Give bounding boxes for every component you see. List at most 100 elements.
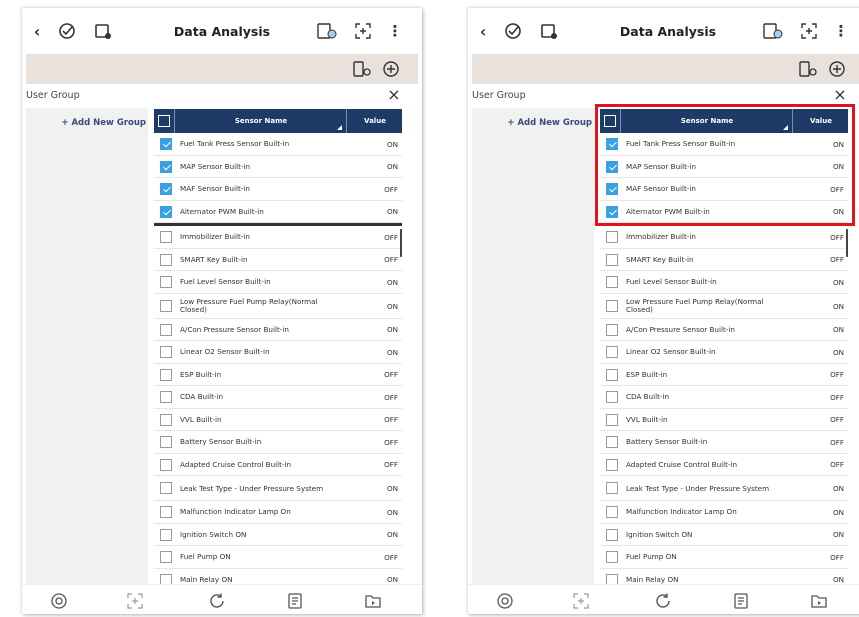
table-row[interactable]: Battery Sensor Built-in OFF xyxy=(600,431,848,454)
capture-icon[interactable] xyxy=(572,592,590,610)
document-icon[interactable] xyxy=(286,592,304,610)
row-checkbox[interactable] xyxy=(606,231,618,243)
table-row[interactable]: Fuel Pump ON OFF xyxy=(154,546,402,569)
table-row[interactable]: Immobilizer Built-in OFF xyxy=(600,226,848,249)
row-checkbox[interactable] xyxy=(160,413,172,426)
table-row[interactable]: CDA Built-in OFF xyxy=(600,386,848,409)
row-checkbox[interactable] xyxy=(606,528,618,541)
row-checkbox[interactable] xyxy=(606,573,618,584)
row-checkbox[interactable] xyxy=(160,346,172,358)
row-checkbox[interactable] xyxy=(160,253,172,266)
row-checkbox[interactable] xyxy=(606,276,618,288)
table-row[interactable]: VVL Built-in OFF xyxy=(154,408,402,431)
vehicle-scan-icon[interactable] xyxy=(502,20,524,42)
table-row[interactable]: Immobilizer Built-in OFF xyxy=(154,226,402,249)
folder-icon[interactable] xyxy=(364,592,382,610)
table-row[interactable]: Fuel Pump ON OFF xyxy=(600,546,848,569)
close-icon[interactable]: × xyxy=(386,87,402,104)
row-checkbox[interactable] xyxy=(160,368,172,381)
table-row[interactable]: VVL Built-in OFF xyxy=(600,408,848,431)
table-row[interactable]: Linear O2 Sensor Built-in ON xyxy=(600,341,848,364)
table-row[interactable]: Fuel Level Sensor Built-in ON xyxy=(154,271,402,294)
row-checkbox[interactable] xyxy=(160,436,172,448)
capture-icon[interactable] xyxy=(126,592,144,610)
row-checkbox[interactable] xyxy=(160,391,172,403)
row-checkbox[interactable] xyxy=(160,183,172,195)
header-sensor-name[interactable]: Sensor Name xyxy=(176,109,346,133)
row-checkbox[interactable] xyxy=(606,299,618,312)
row-checkbox[interactable] xyxy=(160,276,172,288)
select-all-checkbox[interactable] xyxy=(158,115,170,127)
refresh-icon[interactable] xyxy=(654,592,672,610)
row-checkbox[interactable] xyxy=(160,231,172,243)
row-checkbox[interactable] xyxy=(606,551,618,563)
more-vertical-icon[interactable]: ⋮ xyxy=(388,20,403,42)
row-checkbox[interactable] xyxy=(606,391,618,403)
record-icon[interactable] xyxy=(50,592,68,610)
engine-icon[interactable] xyxy=(827,60,847,78)
refresh-icon[interactable] xyxy=(208,592,226,610)
row-checkbox[interactable] xyxy=(606,323,618,336)
close-icon[interactable]: × xyxy=(832,87,848,104)
table-row[interactable]: Main Relay ON ON xyxy=(600,568,848,584)
table-row[interactable]: A/Con Pressure Sensor Built-in ON xyxy=(154,318,402,341)
row-checkbox[interactable] xyxy=(160,323,172,336)
row-checkbox[interactable] xyxy=(606,458,618,471)
table-row[interactable]: Alternator PWM Built-in ON xyxy=(154,200,402,223)
row-checkbox[interactable] xyxy=(160,528,172,541)
table-row[interactable]: Fuel Level Sensor Built-in ON xyxy=(600,271,848,294)
row-checkbox[interactable] xyxy=(160,160,172,173)
fuel-icon[interactable] xyxy=(352,60,372,78)
row-checkbox[interactable] xyxy=(160,551,172,563)
table-row[interactable]: Leak Test Type - Under Pressure System ON xyxy=(154,476,402,501)
table-row[interactable]: A/Con Pressure Sensor Built-in ON xyxy=(600,318,848,341)
table-row[interactable]: Linear O2 Sensor Built-in ON xyxy=(154,341,402,364)
table-scrollbar[interactable] xyxy=(400,229,402,257)
row-checkbox[interactable] xyxy=(606,482,618,494)
fuel-icon[interactable] xyxy=(798,60,818,78)
row-checkbox[interactable] xyxy=(606,413,618,426)
table-row[interactable]: Low Pressure Fuel Pump Relay(Normal Clos… xyxy=(154,293,402,319)
row-checkbox[interactable] xyxy=(160,573,172,584)
fullscreen-icon[interactable] xyxy=(352,20,374,42)
table-row[interactable]: Ignition Switch ON ON xyxy=(154,523,402,546)
table-row[interactable]: Leak Test Type - Under Pressure System ON xyxy=(600,476,848,501)
row-checkbox[interactable] xyxy=(160,205,172,218)
row-checkbox[interactable] xyxy=(160,458,172,471)
table-row[interactable]: Adapted Cruise Control Built-in OFF xyxy=(154,453,402,476)
table-row[interactable]: Low Pressure Fuel Pump Relay(Normal Clos… xyxy=(600,293,848,319)
table-row[interactable]: Adapted Cruise Control Built-in OFF xyxy=(600,453,848,476)
row-checkbox[interactable] xyxy=(160,506,172,518)
header-value[interactable]: Value xyxy=(348,109,402,133)
table-scrollbar[interactable] xyxy=(846,229,848,257)
sort-indicator-icon[interactable] xyxy=(337,125,342,130)
row-checkbox[interactable] xyxy=(160,138,172,150)
document-icon[interactable] xyxy=(732,592,750,610)
row-checkbox[interactable] xyxy=(606,368,618,381)
record-icon[interactable] xyxy=(496,592,514,610)
table-row[interactable]: Malfunction Indicator Lamp On ON xyxy=(600,501,848,524)
row-checkbox[interactable] xyxy=(606,436,618,448)
table-row[interactable]: ESP Built-in OFF xyxy=(154,363,402,386)
more-vertical-icon[interactable]: ⋮ xyxy=(834,20,849,42)
row-checkbox[interactable] xyxy=(160,299,172,312)
table-row[interactable]: ESP Built-in OFF xyxy=(600,363,848,386)
table-row[interactable]: SMART Key Built-in OFF xyxy=(154,248,402,271)
folder-icon[interactable] xyxy=(810,592,828,610)
ecu-settings-icon[interactable] xyxy=(92,20,114,42)
table-row[interactable]: Malfunction Indicator Lamp On ON xyxy=(154,501,402,524)
add-new-group-button[interactable]: + Add New Group xyxy=(34,118,146,128)
table-row[interactable]: MAP Sensor Built-in ON xyxy=(154,155,402,178)
row-checkbox[interactable] xyxy=(160,482,172,494)
table-row[interactable]: CDA Built-in OFF xyxy=(154,386,402,409)
row-checkbox[interactable] xyxy=(606,506,618,518)
engine-icon[interactable] xyxy=(381,60,401,78)
table-row[interactable]: MAF Sensor Built-in OFF xyxy=(154,178,402,201)
ecu-settings-icon[interactable] xyxy=(538,20,560,42)
table-row[interactable]: Fuel Tank Press Sensor Built-in ON xyxy=(154,133,402,156)
row-checkbox[interactable] xyxy=(606,253,618,266)
back-arrow-icon[interactable]: ‹ xyxy=(28,20,46,42)
fullscreen-icon[interactable] xyxy=(798,20,820,42)
table-row[interactable]: Battery Sensor Built-in OFF xyxy=(154,431,402,454)
table-row[interactable]: SMART Key Built-in OFF xyxy=(600,248,848,271)
